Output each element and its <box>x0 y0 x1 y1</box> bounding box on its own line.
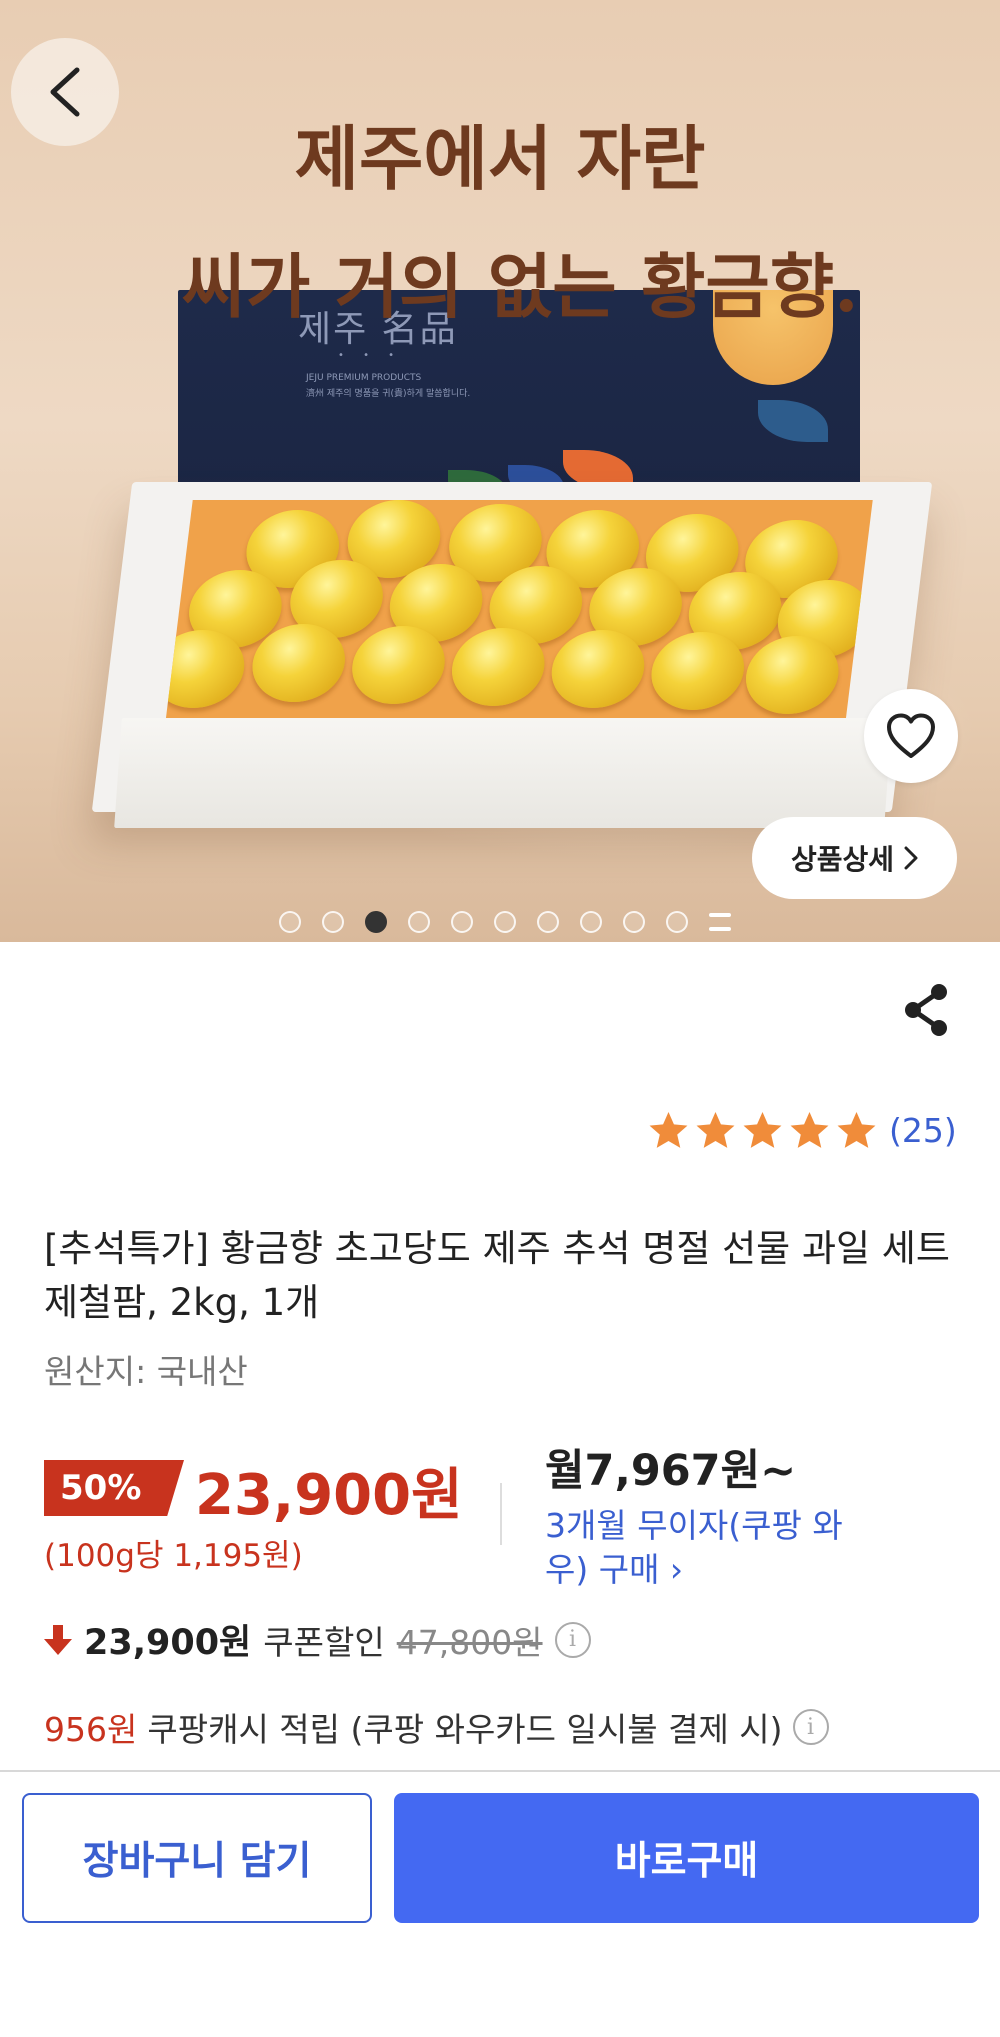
unit-price: (100g당 1,195원) <box>44 1538 303 1574</box>
monthly-price: 월7,967원~ <box>545 1446 797 1496</box>
fruit-tray-inner <box>163 500 873 740</box>
product-origin: 원산지: 국내산 <box>44 1352 248 1391</box>
fruit <box>547 630 649 708</box>
price-divider <box>500 1483 502 1545</box>
info-icon[interactable]: i <box>792 1709 829 1745</box>
pager-more-icon[interactable] <box>709 913 731 931</box>
info-icon[interactable]: i <box>554 1621 591 1658</box>
fruit <box>447 628 550 706</box>
box-decoration: • • • <box>338 350 403 361</box>
product-title: [추석특가] 황금향 초고당도 제주 추석 명절 선물 과일 세트 제철팜, 2… <box>44 1227 950 1324</box>
share-icon <box>905 984 947 1036</box>
star-icon <box>743 1112 782 1148</box>
star-icon <box>837 1112 876 1148</box>
chevron-left-icon <box>50 67 80 117</box>
cash-label: 쿠팡캐시 적립 (쿠팡 와우카드 일시불 결제 시) <box>147 1710 783 1749</box>
product-image-carousel[interactable]: 제주 名品 • • • JEJU PREMIUM PRODUCTS 濟州 제주의… <box>0 0 1000 942</box>
pager-dot[interactable] <box>494 911 516 933</box>
carousel-pager[interactable] <box>0 910 1000 934</box>
favorite-button[interactable] <box>864 689 958 783</box>
cash-amount: 956원 <box>44 1710 138 1749</box>
star-icon <box>696 1112 735 1148</box>
arrow-down-icon <box>44 1624 72 1655</box>
pager-dot[interactable] <box>279 911 301 933</box>
installment-link[interactable]: 3개월 무이자(쿠팡 와우) 구매 › <box>545 1504 845 1592</box>
fruit <box>646 632 749 710</box>
hero-headline: 제주에서 자란 씨가 거의 없는 황금향. <box>0 95 1000 351</box>
fruit <box>347 626 450 704</box>
cash-reward-row: 956원 쿠팡캐시 적립 (쿠팡 와우카드 일시불 결제 시) i <box>44 1703 829 1751</box>
fruit-tray-front <box>114 718 892 828</box>
pager-dot[interactable] <box>666 911 688 933</box>
coupon-price: 23,900원 <box>84 1623 252 1663</box>
pager-dot[interactable] <box>365 911 387 933</box>
heart-outline-icon <box>887 713 935 758</box>
leaf-graphic <box>758 400 828 442</box>
headline-line-2: 씨가 거의 없는 황금향. <box>181 245 859 328</box>
chevron-right-icon <box>904 846 918 870</box>
product-detail-button[interactable]: 상품상세 <box>752 817 957 899</box>
pager-dot[interactable] <box>623 911 645 933</box>
original-price: 47,800원 <box>396 1622 543 1662</box>
coupon-label: 쿠폰할인 <box>263 1622 385 1662</box>
box-small-text: JEJU PREMIUM PRODUCTS 濟州 제주의 명품을 귀(貴)하게 … <box>306 373 471 399</box>
share-button[interactable] <box>898 980 954 1040</box>
product-detail-label: 상품상세 <box>790 843 895 876</box>
buy-now-button[interactable]: 바로구매 <box>394 1793 979 1923</box>
star-icon <box>790 1112 829 1148</box>
coupon-row: 23,900원 쿠폰할인 47,800원 i <box>44 1614 591 1665</box>
discount-badge: 50% <box>44 1460 184 1516</box>
bottom-bar-divider <box>0 1770 1000 1772</box>
pager-dot[interactable] <box>322 911 344 933</box>
back-button[interactable] <box>11 38 119 146</box>
star-icon <box>649 1112 688 1148</box>
sale-price: 23,900원 <box>195 1463 463 1528</box>
fruit <box>741 636 844 714</box>
pager-dot[interactable] <box>580 911 602 933</box>
add-to-cart-button[interactable]: 장바구니 담기 <box>22 1793 372 1923</box>
pager-dot[interactable] <box>408 911 430 933</box>
headline-line-1: 제주에서 자란 <box>294 117 706 200</box>
rating[interactable]: (25) <box>648 1110 957 1151</box>
review-count[interactable]: (25) <box>889 1111 957 1150</box>
pager-dot[interactable] <box>537 911 559 933</box>
pager-dot[interactable] <box>451 911 473 933</box>
